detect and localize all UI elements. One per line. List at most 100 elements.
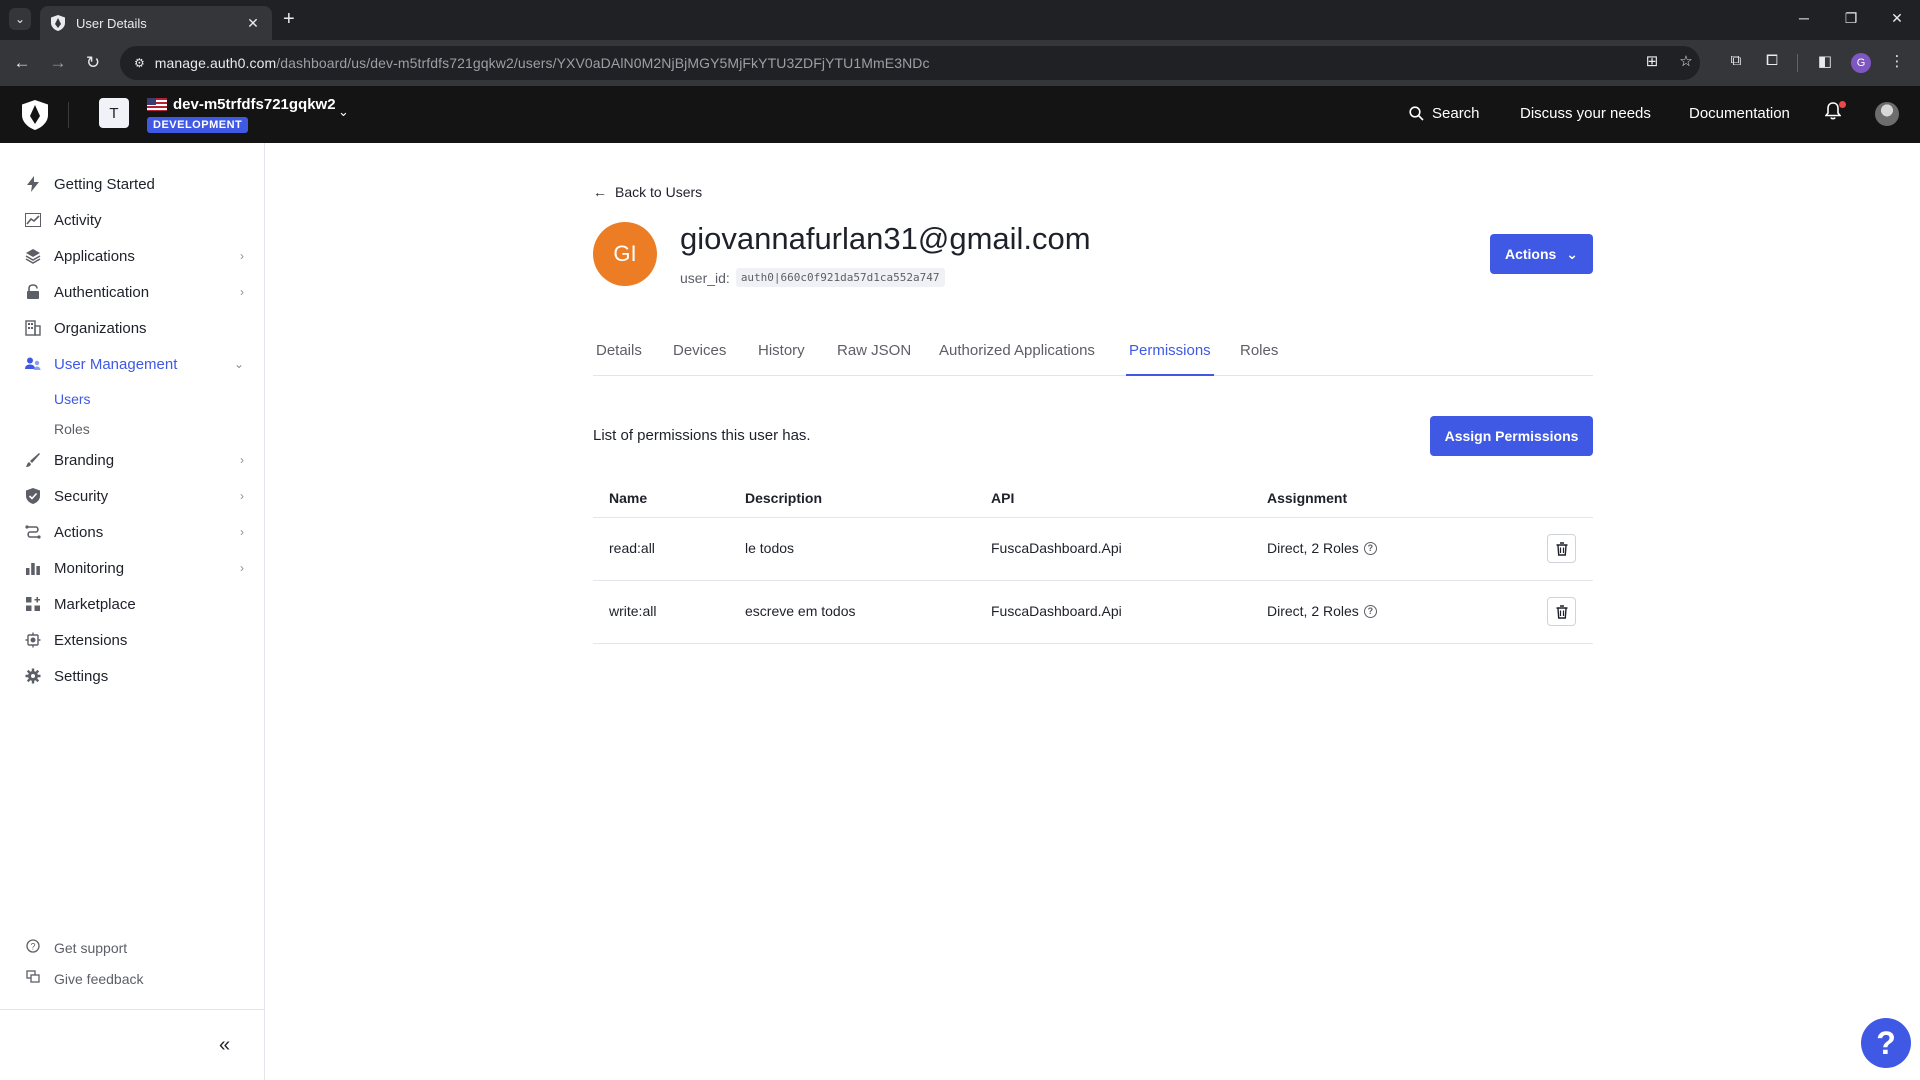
restore-icon[interactable]: ❐ [1841,10,1861,27]
tab-authorized-applications[interactable]: Authorized Applications [936,342,1098,376]
tab-close-icon[interactable]: ✕ [244,15,262,32]
give-feedback-link[interactable]: Give feedback [24,970,144,987]
column-header-api[interactable]: API [991,490,1014,506]
browser-tab[interactable]: User Details ✕ [40,6,272,40]
sidebar-item-getting-started[interactable]: Getting Started [24,172,244,196]
sidebar-item-organizations[interactable]: Organizations [24,316,244,340]
search-icon [1409,106,1424,121]
side-panel-icon[interactable]: ◧ [1814,52,1836,70]
sidebar-item-label: Applications [54,247,135,265]
sidebar-item-label: Authentication [54,283,150,301]
address-bar[interactable]: ⚙ manage.auth0.com/dashboard/us/dev-m5tr… [120,46,1700,80]
tab-devices[interactable]: Devices [670,342,729,376]
sidebar-item-label: User Management [54,355,178,373]
new-tab-icon[interactable]: + [283,9,295,29]
sidebar-subitem-roles[interactable]: Roles [54,421,90,437]
users-icon [24,355,42,373]
chevron-right-icon: › [240,525,244,539]
tab-permissions[interactable]: Permissions [1126,342,1214,376]
actions-button[interactable]: Actions ⌄ [1490,234,1593,274]
page-title: giovannafurlan31@gmail.com [680,221,1091,256]
help-chat-button[interactable]: ? [1861,1018,1911,1068]
sidebar-item-marketplace[interactable]: Marketplace [24,592,244,616]
sidebar-item-activity[interactable]: Activity [24,208,244,232]
user-avatar[interactable] [1875,102,1899,126]
sidebar-item-branding[interactable]: Branding › [24,448,244,472]
delete-permission-button[interactable] [1547,597,1576,626]
chevron-down-icon[interactable]: ⌄ [338,104,349,120]
tenant-switcher[interactable]: dev-m5trfdfs721gqkw2 [147,96,336,113]
table-header: Name Description API Assignment [593,480,1593,518]
tab-search-button[interactable]: ⌄ [9,8,31,30]
tab-roles[interactable]: Roles [1237,342,1281,376]
back-arrow-icon[interactable]: ← [11,52,33,74]
sidebar-item-user-management[interactable]: User Management ⌄ [24,352,244,376]
bookmark-star-icon[interactable]: ☆ [1676,52,1696,70]
forward-arrow-icon[interactable]: → [47,52,69,74]
sidebar: Getting Started Activity Applications › … [0,143,265,1080]
extensions-puzzle-icon[interactable]: ⧠ [1761,52,1783,69]
sidebar-item-label: Extensions [54,631,128,649]
tab-details[interactable]: Details [593,342,645,376]
user-id-row: user_id: auth0|660c0f921da57d1ca552a747 [680,268,945,287]
header-search[interactable]: Search [1409,105,1480,122]
help-circle-icon[interactable]: ? [1363,604,1377,618]
sidebar-item-label: Security [54,487,109,505]
reload-icon[interactable]: ↻ [82,52,104,74]
assignment-text: Direct, 2 Roles [1267,540,1359,556]
auth0-favicon-icon [50,15,66,31]
table-row: read:all le todos FuscaDashboard.Api Dir… [593,518,1593,581]
shield-check-icon [24,487,42,505]
site-info-icon[interactable]: ⚙ [134,56,145,70]
tenant-avatar[interactable]: T [99,98,129,128]
sidebar-item-actions[interactable]: Actions › [24,520,244,544]
sidebar-item-extensions[interactable]: Extensions [24,628,244,652]
browser-profile-avatar[interactable]: G [1851,53,1871,73]
discuss-needs-link[interactable]: Discuss your needs [1520,105,1651,122]
chevron-down-icon: ⌄ [1566,245,1579,262]
back-to-users-link[interactable]: ← Back to Users [593,184,702,200]
collapse-sidebar-icon[interactable]: « [219,1034,230,1057]
minimize-icon[interactable]: ─ [1794,10,1814,26]
feedback-icon [24,970,42,987]
notification-dot [1839,101,1846,108]
auth0-logo-icon[interactable] [22,100,48,130]
sidebar-subitem-users[interactable]: Users [54,391,91,407]
sidebar-item-settings[interactable]: Settings [24,664,244,688]
help-circle-icon[interactable]: ? [1363,541,1377,555]
browser-tab-bar: ⌄ User Details ✕ + ─ ❐ ✕ [0,0,1920,40]
chevron-down-icon: ⌄ [233,357,244,371]
assign-permissions-button[interactable]: Assign Permissions [1430,416,1593,456]
user-id-value[interactable]: auth0|660c0f921da57d1ca552a747 [735,268,945,287]
column-header-assignment[interactable]: Assignment [1267,490,1347,506]
sidebar-item-applications[interactable]: Applications › [24,244,244,268]
puzzle-icon [24,631,42,649]
documentation-link[interactable]: Documentation [1689,105,1790,122]
user-id-label: user_id: [680,269,730,286]
arrow-left-icon: ← [593,184,607,200]
header-divider [68,102,69,128]
close-window-icon[interactable]: ✕ [1887,10,1907,27]
tab-raw-json[interactable]: Raw JSON [834,342,914,376]
google-translate-extension-icon[interactable]: ⧉ [1725,52,1747,69]
tab-history[interactable]: History [755,342,808,376]
app-header: T dev-m5trfdfs721gqkw2 DEVELOPMENT ⌄ Sea… [0,86,1920,143]
url-host: manage.auth0.com [154,55,277,71]
flow-icon [24,523,42,541]
sidebar-item-label: Getting Started [54,175,155,193]
sidebar-item-monitoring[interactable]: Monitoring › [24,556,244,580]
tab-title: User Details [76,15,147,31]
column-header-name[interactable]: Name [609,490,647,506]
permission-assignment: Direct, 2 Roles ? [1267,540,1377,556]
tenant-name: dev-m5trfdfs721gqkw2 [173,96,336,113]
sidebar-divider [0,1009,264,1010]
column-header-description[interactable]: Description [745,490,822,506]
sidebar-item-authentication[interactable]: Authentication › [24,280,244,304]
translate-icon[interactable]: ⊞ [1642,52,1662,70]
browser-menu-icon[interactable]: ⋮ [1886,52,1908,70]
delete-permission-button[interactable] [1547,534,1576,563]
sidebar-item-security[interactable]: Security › [24,484,244,508]
search-label: Search [1432,105,1480,122]
help-circle-icon: ? [24,939,42,956]
get-support-link[interactable]: ? Get support [24,939,127,956]
